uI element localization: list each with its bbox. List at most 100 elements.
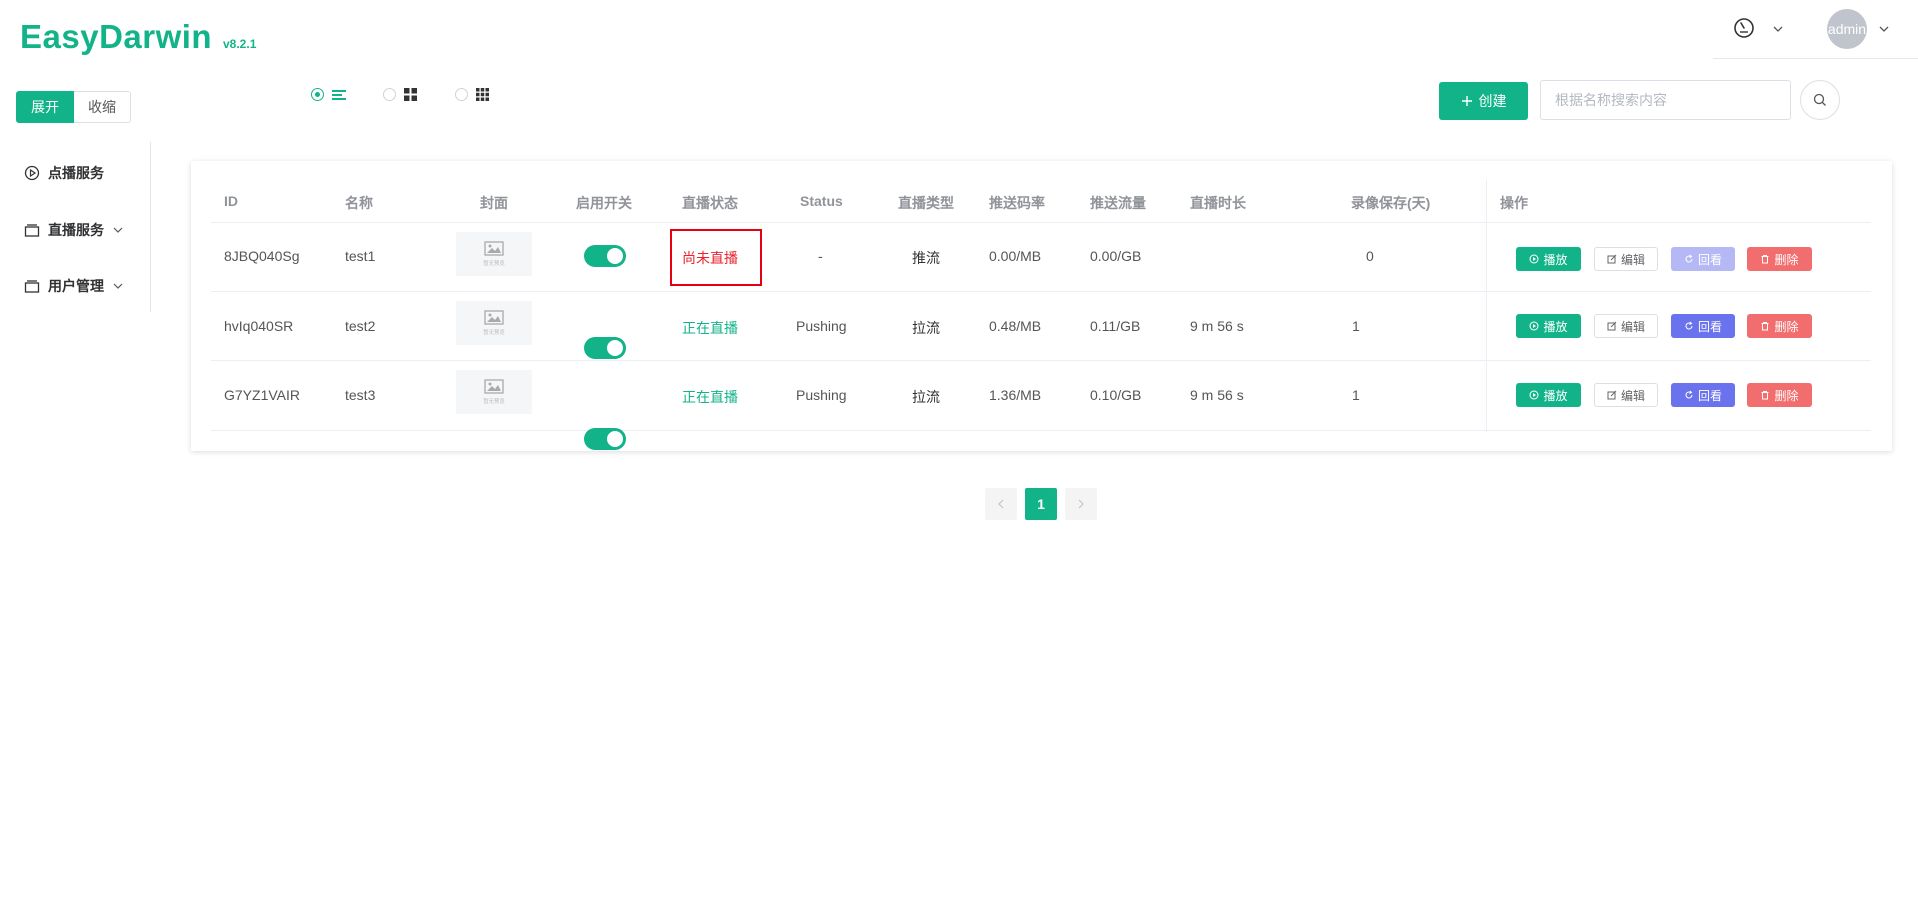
cell-bitrate: 0.00/MB [989, 248, 1042, 264]
enabled-switch[interactable] [584, 245, 626, 267]
view-option-dense-grid[interactable] [455, 88, 489, 101]
list-view-icon [332, 89, 346, 100]
cover-thumbnail[interactable]: 暂无预览 [456, 370, 532, 414]
play-circle-icon [1529, 390, 1539, 400]
column-header-live-type: 直播类型 [898, 195, 954, 211]
play-circle-icon [1529, 254, 1539, 264]
cell-name: test2 [345, 318, 376, 334]
plus-icon [1461, 96, 1472, 106]
trash-icon [1761, 255, 1769, 264]
cell-status: Pushing [796, 387, 847, 403]
sidebar-item-label: 点播服务 [48, 165, 104, 181]
play-button[interactable]: 播放 [1516, 383, 1581, 407]
chevron-down-icon [113, 227, 123, 233]
refresh-icon [1685, 254, 1693, 263]
table-row: G7YZ1VAIR test3 暂无预览 正在直播 Pushing 拉流 1.3… [0, 44, 1918, 450]
image-placeholder-icon [484, 241, 504, 256]
view-grid-radio[interactable] [383, 88, 396, 101]
edit-button[interactable]: 编辑 [1594, 247, 1658, 271]
row-divider [211, 291, 1871, 292]
enabled-switch[interactable] [584, 337, 626, 359]
cell-record-days: 1 [1352, 318, 1360, 334]
image-placeholder-icon [484, 379, 504, 394]
live-status-text: 正在直播 [682, 320, 738, 336]
cell-record-days: 0 [1366, 248, 1374, 264]
sidebar-item-label: 直播服务 [48, 222, 104, 238]
cover-thumbnail[interactable]: 暂无预览 [456, 232, 532, 276]
cell-traffic: 0.00/GB [1090, 248, 1142, 264]
sidebar-item-vod[interactable]: 点播服务 [24, 163, 104, 183]
column-header-name: 名称 [345, 195, 373, 211]
cover-caption: 暂无预览 [483, 261, 505, 267]
cover-thumbnail[interactable]: 暂无预览 [456, 301, 532, 345]
trash-icon [1761, 322, 1769, 331]
sidebar-item-label: 用户管理 [48, 278, 104, 294]
live-status-text: 正在直播 [682, 389, 738, 405]
create-button-label: 创建 [1478, 93, 1507, 109]
cover-caption: 暂无预览 [483, 399, 505, 405]
user-avatar[interactable]: admin [1827, 9, 1867, 49]
play-button[interactable]: 播放 [1516, 314, 1581, 338]
cell-id: 8JBQ040Sg [224, 248, 300, 264]
cell-record-days: 1 [1352, 387, 1360, 403]
view-list-radio[interactable] [311, 88, 324, 101]
dashboard-gauge-icon[interactable] [1733, 17, 1755, 39]
cell-status: - [818, 248, 823, 264]
edit-button-label: 编辑 [1620, 319, 1645, 334]
chevron-left-icon [998, 499, 1004, 509]
cell-status: Pushing [796, 318, 847, 334]
column-header-actions: 操作 [1500, 195, 1528, 211]
chevron-down-icon[interactable] [1772, 22, 1784, 34]
play-button-label: 播放 [1543, 252, 1568, 267]
column-header-traffic: 推送流量 [1090, 195, 1146, 211]
cell-live-type: 拉流 [912, 320, 940, 336]
view-option-list[interactable] [311, 88, 346, 101]
delete-button-label: 删除 [1774, 252, 1799, 267]
cell-name: test1 [345, 248, 376, 264]
create-button[interactable]: 创建 [1439, 82, 1528, 120]
sidebar-item-users[interactable]: 用户管理 [24, 276, 124, 296]
sidebar-divider [150, 142, 151, 312]
table-row: 8JBQ040Sg test1 暂无预览 尚未直播 - 推流 0.00/MB 0… [0, 0, 1918, 286]
page-number-button[interactable]: 1 [1025, 488, 1057, 520]
folder-icon [24, 280, 40, 293]
edit-button[interactable]: 编辑 [1594, 314, 1658, 338]
search-input[interactable] [1540, 80, 1791, 120]
cell-bitrate: 1.36/MB [989, 387, 1042, 403]
user-menu-chevron-down-icon[interactable] [1878, 22, 1890, 34]
replay-button-label: 回看 [1697, 388, 1722, 403]
enabled-switch[interactable] [584, 428, 626, 450]
app-version: v8.2.1 [223, 37, 257, 51]
delete-button-label: 删除 [1774, 388, 1799, 403]
replay-button[interactable]: 回看 [1671, 247, 1735, 271]
sidebar-item-live[interactable]: 直播服务 [24, 220, 124, 240]
column-header-bitrate: 推送码率 [989, 195, 1045, 211]
collapse-button[interactable]: 收缩 [74, 91, 131, 123]
folder-icon [24, 224, 40, 237]
delete-button[interactable]: 删除 [1747, 383, 1812, 407]
edit-button[interactable]: 编辑 [1594, 383, 1658, 407]
delete-button[interactable]: 删除 [1747, 314, 1812, 338]
header-row-divider [211, 222, 1871, 223]
row-divider [211, 430, 1871, 431]
header-divider [1713, 58, 1918, 59]
chevron-right-icon [1078, 499, 1084, 509]
replay-button[interactable]: 回看 [1671, 383, 1735, 407]
delete-button[interactable]: 删除 [1747, 247, 1812, 271]
view-option-grid[interactable] [383, 88, 417, 101]
play-button-label: 播放 [1543, 319, 1568, 334]
image-placeholder-icon [484, 310, 504, 325]
play-button[interactable]: 播放 [1516, 247, 1581, 271]
play-circle-icon [24, 165, 40, 181]
prev-page-button[interactable] [985, 488, 1017, 520]
row-divider [211, 360, 1871, 361]
next-page-button[interactable] [1065, 488, 1097, 520]
expand-button[interactable]: 展开 [16, 91, 74, 123]
view-dense-grid-radio[interactable] [455, 88, 468, 101]
search-button[interactable] [1800, 80, 1840, 120]
search-icon [1813, 93, 1826, 106]
replay-button[interactable]: 回看 [1671, 314, 1735, 338]
sidebar-toggle-group: 展开 收缩 [16, 91, 131, 123]
cell-duration: 9 m 56 s [1190, 318, 1244, 334]
app-logo: EasyDarwin [20, 18, 213, 55]
